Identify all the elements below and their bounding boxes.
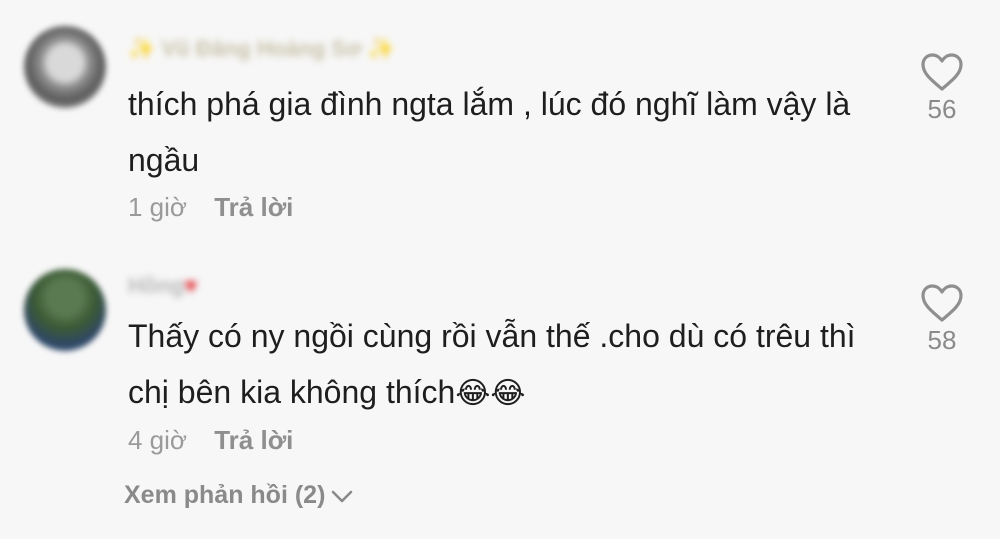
heart-decoration-icon: ♥ bbox=[184, 273, 198, 298]
heart-outline-icon[interactable] bbox=[912, 283, 972, 323]
avatar[interactable] bbox=[24, 269, 106, 351]
comment-time: 1 giờ bbox=[128, 192, 187, 222]
view-replies-button[interactable]: Xem phản hồi (2) bbox=[124, 481, 353, 511]
like-button[interactable]: 58 bbox=[912, 283, 972, 356]
username-text: Hồng bbox=[128, 273, 185, 298]
like-button[interactable]: 56 bbox=[912, 52, 972, 125]
heart-outline-icon[interactable] bbox=[912, 52, 972, 92]
laughing-emoji: 😂😂 bbox=[455, 376, 526, 411]
comment-time: 4 giờ bbox=[128, 425, 187, 455]
comment-meta: 1 giờ Trả lời bbox=[128, 192, 293, 223]
reply-button[interactable]: Trả lời bbox=[214, 192, 293, 222]
comment-username[interactable]: ✨ Vũ Đăng Hoàng Sơ ✨ bbox=[128, 36, 395, 62]
view-replies-label: Xem phản hồi (2) bbox=[124, 481, 326, 509]
comment-username[interactable]: Hồng♥ bbox=[128, 273, 197, 299]
chevron-down-icon bbox=[331, 482, 353, 511]
avatar[interactable] bbox=[24, 26, 106, 108]
comment-text: thích phá gia đình ngta lắm , lúc đó ngh… bbox=[128, 86, 851, 178]
comment-meta: 4 giờ Trả lời bbox=[128, 425, 293, 456]
comment-text: Thấy có ny ngồi cùng rồi vẫn thế .cho dù… bbox=[128, 308, 888, 422]
reply-button[interactable]: Trả lời bbox=[214, 425, 293, 455]
like-count: 58 bbox=[927, 325, 957, 355]
like-count: 56 bbox=[927, 94, 957, 124]
